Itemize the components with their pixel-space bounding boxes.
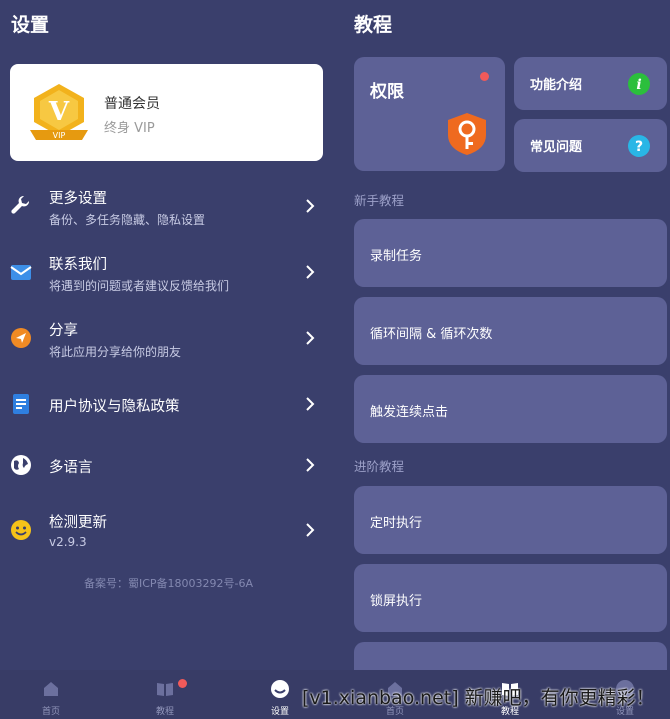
- row-title: 联系我们: [49, 257, 107, 273]
- mail-icon: [10, 265, 32, 280]
- row-title: 更多设置: [49, 191, 107, 207]
- settings-face-icon: [271, 680, 289, 698]
- row-title: 用户协议与隐私政策: [49, 399, 180, 415]
- notification-dot: [480, 72, 489, 81]
- tutorial-item-partial[interactable]: [354, 642, 667, 670]
- nav-label: 教程: [155, 707, 174, 717]
- tutorial-item-label: 录制任务: [370, 249, 423, 264]
- tutorial-item-label: 循环间隔 & 循环次数: [370, 327, 493, 342]
- nav-settings[interactable]: 设置: [250, 670, 310, 719]
- tutorial-item-label: 触发连续点击: [370, 405, 449, 420]
- chevron-right-icon: [306, 331, 315, 345]
- watermark-text: [v1.xianbao.net] 新赚吧，有你更精彩！: [302, 687, 655, 709]
- permission-label: 权限: [370, 82, 404, 102]
- notification-dot: [178, 679, 187, 688]
- settings-panel: 设置 V VIP 普通会员 终身 VIP 更多设置 备份、多任务隐藏、隐私设置 …: [0, 0, 337, 670]
- svg-text:i: i: [636, 77, 641, 93]
- feature-intro-card[interactable]: 功能介绍 i: [514, 57, 667, 110]
- nav-home[interactable]: 首页: [21, 670, 81, 719]
- page-title: 设置: [11, 14, 50, 36]
- chevron-right-icon: [306, 397, 315, 411]
- settings-row-agreement[interactable]: 用户协议与隐私政策: [0, 379, 337, 429]
- icp-record: 备案号：蜀ICP备18003292号-6A: [83, 577, 254, 590]
- tutorial-item[interactable]: 触发连续点击: [354, 375, 667, 443]
- smiley-icon: [11, 520, 31, 540]
- chevron-right-icon: [306, 199, 315, 213]
- question-icon: ?: [628, 135, 650, 157]
- nav-label: 首页: [41, 707, 60, 717]
- membership-level: 普通会员: [104, 96, 160, 112]
- row-subtitle: 备份、多任务隐藏、隐私设置: [49, 213, 206, 227]
- permission-card[interactable]: 权限: [354, 57, 505, 171]
- settings-row-update[interactable]: 检测更新 v2.9.3: [0, 505, 337, 555]
- wrench-icon: [11, 195, 30, 214]
- app-version: v2.9.3: [49, 535, 87, 549]
- tutorial-item[interactable]: 锁屏执行: [354, 564, 667, 632]
- key-shield-icon: [448, 113, 486, 155]
- chevron-right-icon: [306, 523, 315, 537]
- tutorial-item-label: 定时执行: [370, 516, 423, 531]
- vip-card[interactable]: V VIP 普通会员 终身 VIP: [10, 64, 323, 161]
- faq-label: 常见问题: [530, 140, 583, 155]
- settings-row-more[interactable]: 更多设置 备份、多任务隐藏、隐私设置: [0, 181, 337, 231]
- section-advanced: 进阶教程: [354, 459, 405, 474]
- faq-card[interactable]: 常见问题 ?: [514, 119, 667, 172]
- svg-text:?: ?: [635, 139, 643, 155]
- tutorial-item[interactable]: 定时执行: [354, 486, 667, 554]
- tutorial-item[interactable]: 录制任务: [354, 219, 667, 287]
- book-icon: [157, 683, 173, 696]
- row-subtitle: 将遇到的问题或者建议反馈给我们: [49, 279, 230, 293]
- tutorial-panel: 教程 权限 功能介绍 i 常见问题 ? 新手教程 录制任务 循环间隔 & 循环次…: [337, 0, 670, 670]
- nav-label: 设置: [270, 707, 289, 717]
- globe-icon: [11, 455, 31, 475]
- nav-tutorial[interactable]: 教程: [135, 670, 195, 719]
- feature-intro-label: 功能介绍: [530, 78, 583, 93]
- info-icon: i: [628, 73, 650, 95]
- document-icon: [13, 394, 29, 414]
- svg-text:V: V: [48, 97, 70, 127]
- vip-badge-icon: V VIP: [30, 84, 88, 140]
- tutorial-item[interactable]: 循环间隔 & 循环次数: [354, 297, 667, 365]
- page-title: 教程: [354, 14, 393, 36]
- row-title: 检测更新: [49, 515, 107, 531]
- share-icon: [11, 328, 31, 348]
- membership-duration: 终身 VIP: [104, 121, 155, 136]
- row-subtitle: 将此应用分享给你的朋友: [49, 345, 182, 359]
- home-icon: [44, 682, 58, 696]
- chevron-right-icon: [306, 458, 315, 472]
- section-beginner: 新手教程: [354, 193, 405, 208]
- row-title: 多语言: [49, 460, 93, 476]
- chevron-right-icon: [306, 265, 315, 279]
- settings-row-share[interactable]: 分享 将此应用分享给你的朋友: [0, 313, 337, 363]
- row-title: 分享: [49, 323, 78, 339]
- tutorial-item-label: 锁屏执行: [370, 594, 423, 609]
- vip-badge-label: VIP: [53, 131, 66, 140]
- settings-row-contact[interactable]: 联系我们 将遇到的问题或者建议反馈给我们: [0, 247, 337, 297]
- settings-row-language[interactable]: 多语言: [0, 440, 337, 490]
